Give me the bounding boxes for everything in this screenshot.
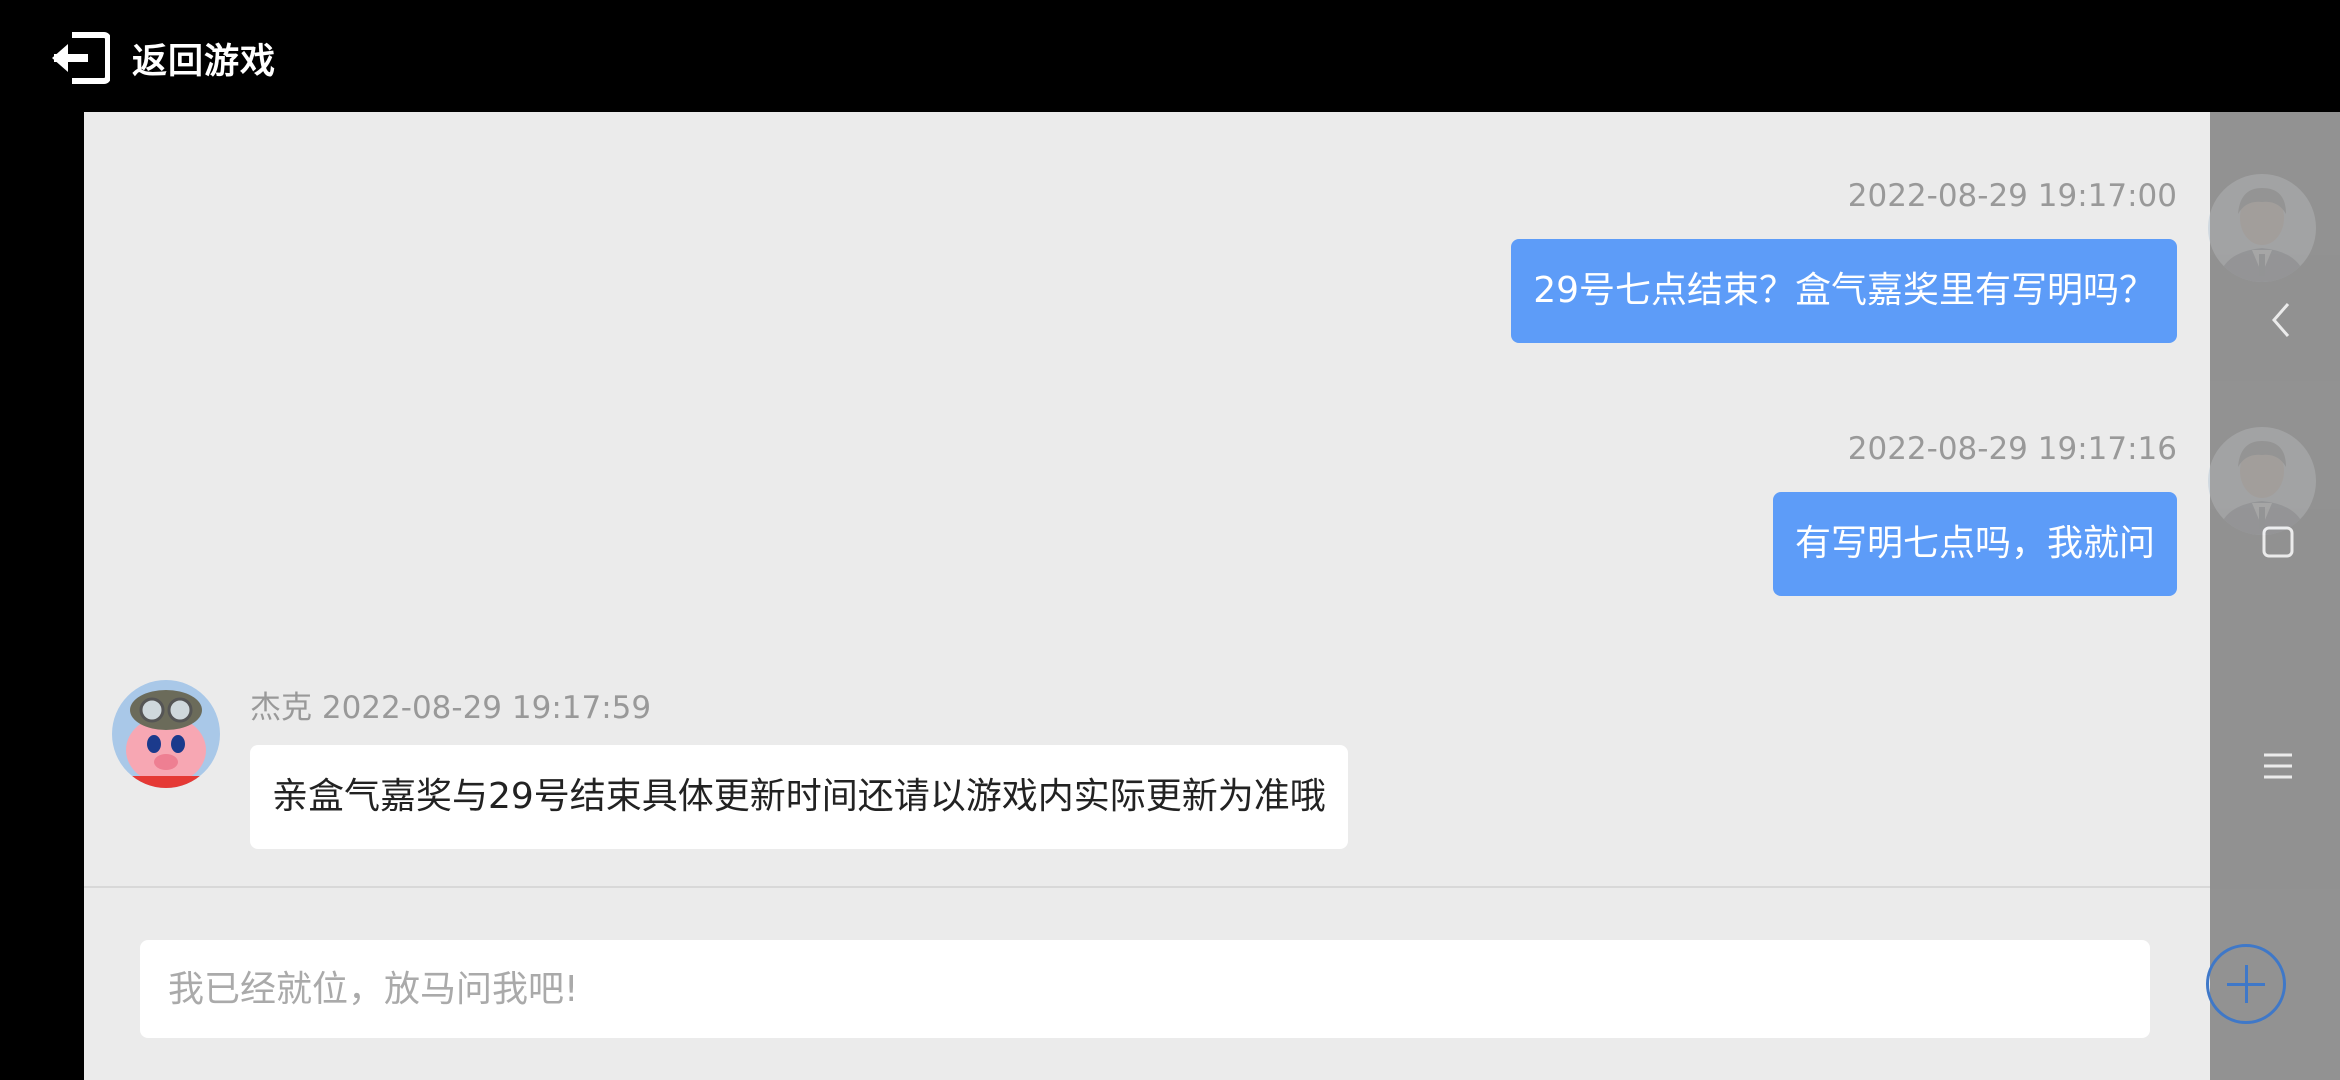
- agent-avatar[interactable]: [112, 680, 220, 788]
- input-divider: [84, 886, 2210, 888]
- menu-icon[interactable]: [2260, 748, 2296, 784]
- message-timestamp: 2022-08-29 19:17:00: [1847, 178, 2177, 214]
- message-timestamp: 2022-08-29 19:17:16: [1847, 431, 2177, 467]
- outgoing-message-bubble[interactable]: 29号七点结束？盒气嘉奖里有写明吗？: [1511, 239, 2177, 343]
- home-square-icon[interactable]: [2260, 524, 2296, 560]
- back-to-game-button[interactable]: 返回游戏: [50, 30, 276, 86]
- outgoing-message-bubble[interactable]: 有写明七点吗，我就问: [1772, 492, 2177, 596]
- back-to-game-label: 返回游戏: [132, 41, 277, 82]
- message-timestamp: 2022-08-29 19:17:59: [321, 690, 652, 726]
- sender-name: 杰克: [250, 690, 312, 726]
- add-plus-button[interactable]: [2206, 944, 2286, 1024]
- exit-arrow-icon: [52, 32, 110, 84]
- chat-area[interactable]: 2022-08-29 19:17:00 29号七点结束？盒气嘉奖里有写明吗？ 2…: [84, 112, 2210, 1080]
- sender-name-and-time: 杰克 2022-08-29 19:17:59: [250, 682, 651, 727]
- back-chevron-icon[interactable]: [2262, 298, 2302, 342]
- incoming-message-bubble[interactable]: 亲盒气嘉奖与29号结束具体更新时间还请以游戏内实际更新为准哦: [250, 745, 1348, 849]
- top-bar: 返回游戏: [0, 0, 2340, 112]
- system-nav-bar: [2210, 112, 2340, 1080]
- message-input-box[interactable]: [140, 940, 2150, 1038]
- message-input[interactable]: [140, 940, 2150, 1038]
